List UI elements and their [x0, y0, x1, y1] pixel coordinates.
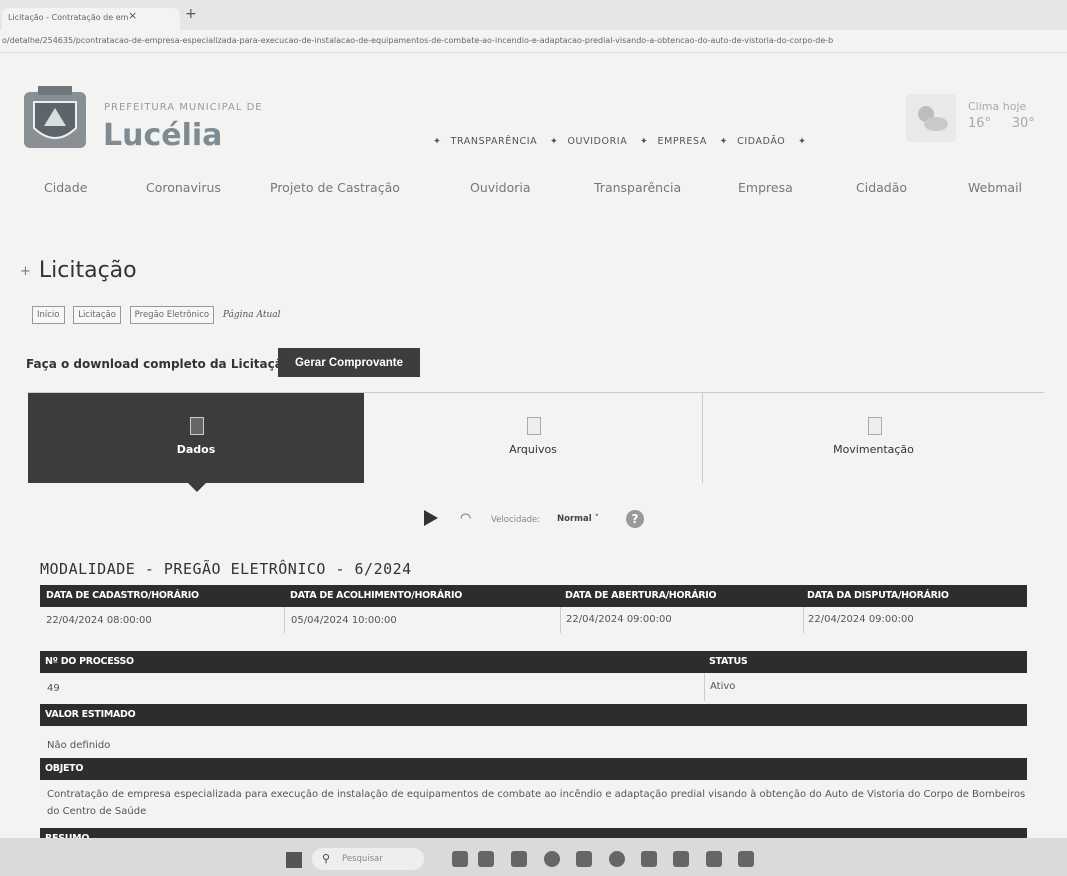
- header-valor: VALOR ESTIMADO: [45, 709, 136, 720]
- nav-cidadao[interactable]: Cidadão: [856, 180, 907, 195]
- taskbar-search[interactable]: ⚲ Pesquisar: [312, 848, 424, 870]
- store-icon[interactable]: [673, 851, 689, 867]
- nav-cidade[interactable]: Cidade: [44, 180, 87, 195]
- task-view-icon[interactable]: [478, 851, 494, 867]
- nav-transparencia[interactable]: Transparência: [594, 180, 681, 195]
- tab-movimentacao[interactable]: Movimentação: [703, 393, 1044, 483]
- topnav-transparencia[interactable]: TRANSPARÊNCIA: [451, 136, 538, 147]
- header-disputa: DATA DA DISPUTA/HORÁRIO: [807, 590, 949, 601]
- status-badge: Ativo: [710, 681, 736, 692]
- app-icon[interactable]: [576, 851, 592, 867]
- valor-header-row: VALOR ESTIMADO: [40, 704, 1027, 726]
- outlook-icon[interactable]: [738, 851, 754, 867]
- dates-header-row: DATA DE CADASTRO/HORÁRIO DATA DE ACOLHIM…: [40, 585, 1027, 607]
- speed-label: Velocidade:: [491, 515, 541, 525]
- valor-value: Não definido: [47, 740, 111, 751]
- nav-ouvidoria[interactable]: Ouvidoria: [470, 180, 531, 195]
- download-label: Faça o download completo da Licitação:: [26, 357, 296, 371]
- header-cadastro: DATA DE CADASTRO/HORÁRIO: [46, 590, 199, 601]
- browser-tab[interactable]: Licitação - Contratação de em ×: [2, 8, 180, 30]
- close-icon[interactable]: ×: [128, 9, 137, 22]
- generate-receipt-button[interactable]: Gerar Comprovante: [278, 348, 420, 377]
- tab-arquivos[interactable]: Arquivos: [364, 393, 703, 483]
- header-processo: Nº DO PROCESSO: [45, 656, 134, 667]
- file-explorer-icon[interactable]: [511, 851, 527, 867]
- breadcrumb-current: Página Atual: [222, 310, 281, 320]
- weather-icon: [906, 94, 956, 142]
- browser-tabstrip: Licitação - Contratação de em × +: [0, 0, 1067, 30]
- play-icon[interactable]: [424, 510, 438, 526]
- new-tab-button[interactable]: +: [185, 6, 197, 22]
- top-navigation: ✦ TRANSPARÊNCIA ✦ OUVIDORIA ✦ EMPRESA ✦ CIDA…: [433, 136, 807, 147]
- abertura-value: 22/04/2024 09:00:00: [566, 614, 672, 625]
- tab-arquivos-label: Arquivos: [509, 443, 557, 456]
- chrome-icon[interactable]: [544, 851, 560, 867]
- history-icon: [867, 417, 882, 435]
- calculator-icon[interactable]: [641, 851, 657, 867]
- taskbar-search-placeholder: Pesquisar: [342, 854, 383, 864]
- windows-start-icon[interactable]: [286, 852, 302, 868]
- breadcrumb: Início Licitação Pregão Eletrônico Págin…: [32, 306, 281, 324]
- header-objeto: OBJETO: [45, 763, 84, 774]
- topnav-cidadao[interactable]: CIDADÃO: [737, 136, 785, 147]
- processo-value: 49: [47, 683, 60, 694]
- url-text[interactable]: o/detalhe/254635/pcontratacao-de-empresa…: [2, 36, 1064, 45]
- widgets-icon[interactable]: [452, 851, 468, 867]
- speedometer-icon: ◠: [460, 511, 472, 526]
- tab-movimentacao-label: Movimentação: [833, 443, 914, 456]
- modalidade-title: MODALIDADE - PREGÃO ELETRÔNICO - 6/2024: [40, 560, 412, 578]
- brand-name[interactable]: Lucélia: [103, 118, 222, 153]
- topnav-empresa[interactable]: EMPRESA: [657, 136, 706, 147]
- header-abertura: DATA DE ABERTURA/HORÁRIO: [565, 590, 717, 601]
- pdf-icon[interactable]: [706, 851, 722, 867]
- breadcrumb-pregao[interactable]: Pregão Eletrônico: [129, 306, 215, 324]
- page-title-text: Licitação: [38, 258, 137, 283]
- nav-empresa[interactable]: Empresa: [738, 180, 793, 195]
- breadcrumb-licitacao[interactable]: Licitação: [73, 306, 121, 324]
- main-navigation: Cidade Coronavirus Projeto de Castração …: [44, 180, 1034, 200]
- weather-temperature: 16° 30°: [968, 116, 1035, 131]
- search-icon: ⚲: [322, 852, 331, 865]
- edge-icon[interactable]: [609, 851, 625, 867]
- os-taskbar: [0, 838, 1067, 876]
- document-icon: [190, 417, 204, 435]
- file-icon: [527, 417, 541, 435]
- objeto-value: Contratação de empresa especializada par…: [47, 789, 1026, 817]
- browser-tab-title: Licitação - Contratação de em: [8, 13, 129, 22]
- header-status: STATUS: [709, 656, 748, 667]
- acolhimento-value: 05/04/2024 10:00:00: [291, 615, 397, 626]
- objeto-header-row: OBJETO: [40, 758, 1027, 780]
- title-bullet: +: [20, 263, 31, 279]
- address-bar[interactable]: o/detalhe/254635/pcontratacao-de-empresa…: [0, 30, 1067, 53]
- speed-select[interactable]: Normal ˅: [557, 514, 599, 524]
- breadcrumb-inicio[interactable]: Início: [32, 306, 65, 324]
- weather-label: Clima hoje: [968, 100, 1027, 113]
- nav-projeto-castracao[interactable]: Projeto de Castração: [270, 180, 400, 195]
- cadastro-value: 22/04/2024 08:00:00: [46, 615, 152, 626]
- processo-header-row: Nº DO PROCESSO STATUS: [40, 651, 1027, 673]
- header-acolhimento: DATA DE ACOLHIMENTO/HORÁRIO: [290, 590, 462, 601]
- brand-subtitle: PREFEITURA MUNICIPAL DE: [104, 102, 263, 113]
- nav-coronavirus[interactable]: Coronavirus: [146, 180, 221, 195]
- help-icon[interactable]: ?: [626, 510, 644, 528]
- tab-dados-label: Dados: [176, 443, 216, 456]
- weather-min: 16°: [968, 116, 992, 131]
- disputa-value: 22/04/2024 09:00:00: [808, 614, 914, 625]
- city-crest-logo[interactable]: [20, 84, 90, 156]
- page-title: + Licitação: [20, 258, 137, 283]
- weather-max: 30°: [1011, 116, 1035, 131]
- topnav-ouvidoria[interactable]: OUVIDORIA: [567, 136, 627, 147]
- active-tab-pointer: [188, 483, 206, 492]
- tab-dados[interactable]: Dados: [28, 393, 364, 483]
- nav-webmail[interactable]: Webmail: [968, 180, 1022, 195]
